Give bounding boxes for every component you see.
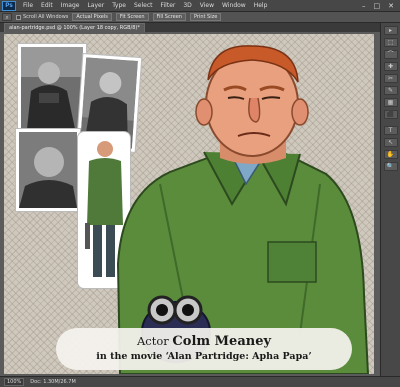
status-bar: 100% Doc: 1.30M/26.7M [0,376,400,387]
menu-layer[interactable]: Layer [83,2,108,9]
options-bar: ⌕ Scroll All Windows Actual Pixels Fit S… [0,12,400,23]
caption-title: Actor Colm Meaney [56,334,352,349]
menu-edit[interactable]: Edit [37,2,57,9]
document-size: Doc: 1.30M/26.7M [30,379,76,385]
colm-meaney-illustration [116,45,370,374]
caption-banner: Actor Colm Meaney in the movie ‘Alan Par… [56,328,352,370]
move-tool-icon[interactable]: ▸ [383,26,398,35]
shape-tool-icon[interactable]: ⬛ [383,110,398,119]
zoom-level[interactable]: 100% [4,378,25,386]
hand-tool-icon[interactable]: ✋ [383,150,398,159]
menu-window[interactable]: Window [218,2,250,9]
brush-tool-icon[interactable]: ✎ [383,86,398,95]
menu-view[interactable]: View [196,2,218,9]
lasso-tool-icon[interactable]: ⌒ [383,50,398,59]
scroll-all-windows-checkbox[interactable]: Scroll All Windows [16,14,68,20]
photoshop-logo: Ps [2,0,16,11]
caption-subtitle: in the movie ‘Alan Partridge: Apha Papa’ [96,351,312,362]
document-tab-bar: alan-partridge.psd @ 100% (Layer 18 copy… [0,23,380,32]
artwork-canvas[interactable] [4,34,374,374]
maximize-icon[interactable]: □ [374,2,381,10]
close-icon[interactable]: ✕ [388,2,394,10]
reference-photo-3 [16,129,80,211]
crop-tool-icon[interactable]: ✚ [383,62,398,71]
path-select-icon[interactable]: ↖ [383,138,398,147]
caption-prefix: Actor [136,334,169,348]
gradient-tool-icon[interactable]: ▦ [383,98,398,107]
print-size-button[interactable]: Print Size [189,13,222,21]
fill-screen-button[interactable]: Fill Screen [152,13,186,21]
reference-photo-1 [18,44,86,132]
document-tab[interactable]: alan-partridge.psd @ 100% (Layer 18 copy… [4,23,145,32]
reference-photo-1-image [21,47,83,129]
type-tool-icon[interactable]: T [383,126,398,135]
scroll-all-windows-label: Scroll All Windows [23,14,69,20]
menu-bar: Ps File Edit Image Layer Type Select Fil… [0,0,400,12]
zoom-icon[interactable]: 🔍 [383,162,398,171]
checkbox-box[interactable] [16,14,21,20]
canvas-area [0,32,380,376]
zoom-tool-icon[interactable]: ⌕ [2,13,12,21]
fit-screen-button[interactable]: Fit Screen [115,13,149,21]
actor-name: Colm Meaney [172,334,272,349]
menu-file[interactable]: File [19,2,37,9]
tool-panel: ▸ ⬚ ⌒ ✚ ✂ ✎ ▦ ⬛ T ↖ ✋ 🔍 [380,23,400,376]
menu-filter[interactable]: Filter [157,2,180,9]
menu-image[interactable]: Image [57,2,84,9]
menu-type[interactable]: Type [108,2,130,9]
reference-photo-3-image [19,132,77,208]
minimize-icon[interactable]: – [362,2,366,10]
menu-3d[interactable]: 3D [179,2,195,9]
slice-tool-icon[interactable]: ✂ [383,74,398,83]
menu-select[interactable]: Select [130,2,157,9]
actual-pixels-button[interactable]: Actual Pixels [72,13,112,21]
menu-help[interactable]: Help [250,2,272,9]
marquee-tool-icon[interactable]: ⬚ [383,38,398,47]
